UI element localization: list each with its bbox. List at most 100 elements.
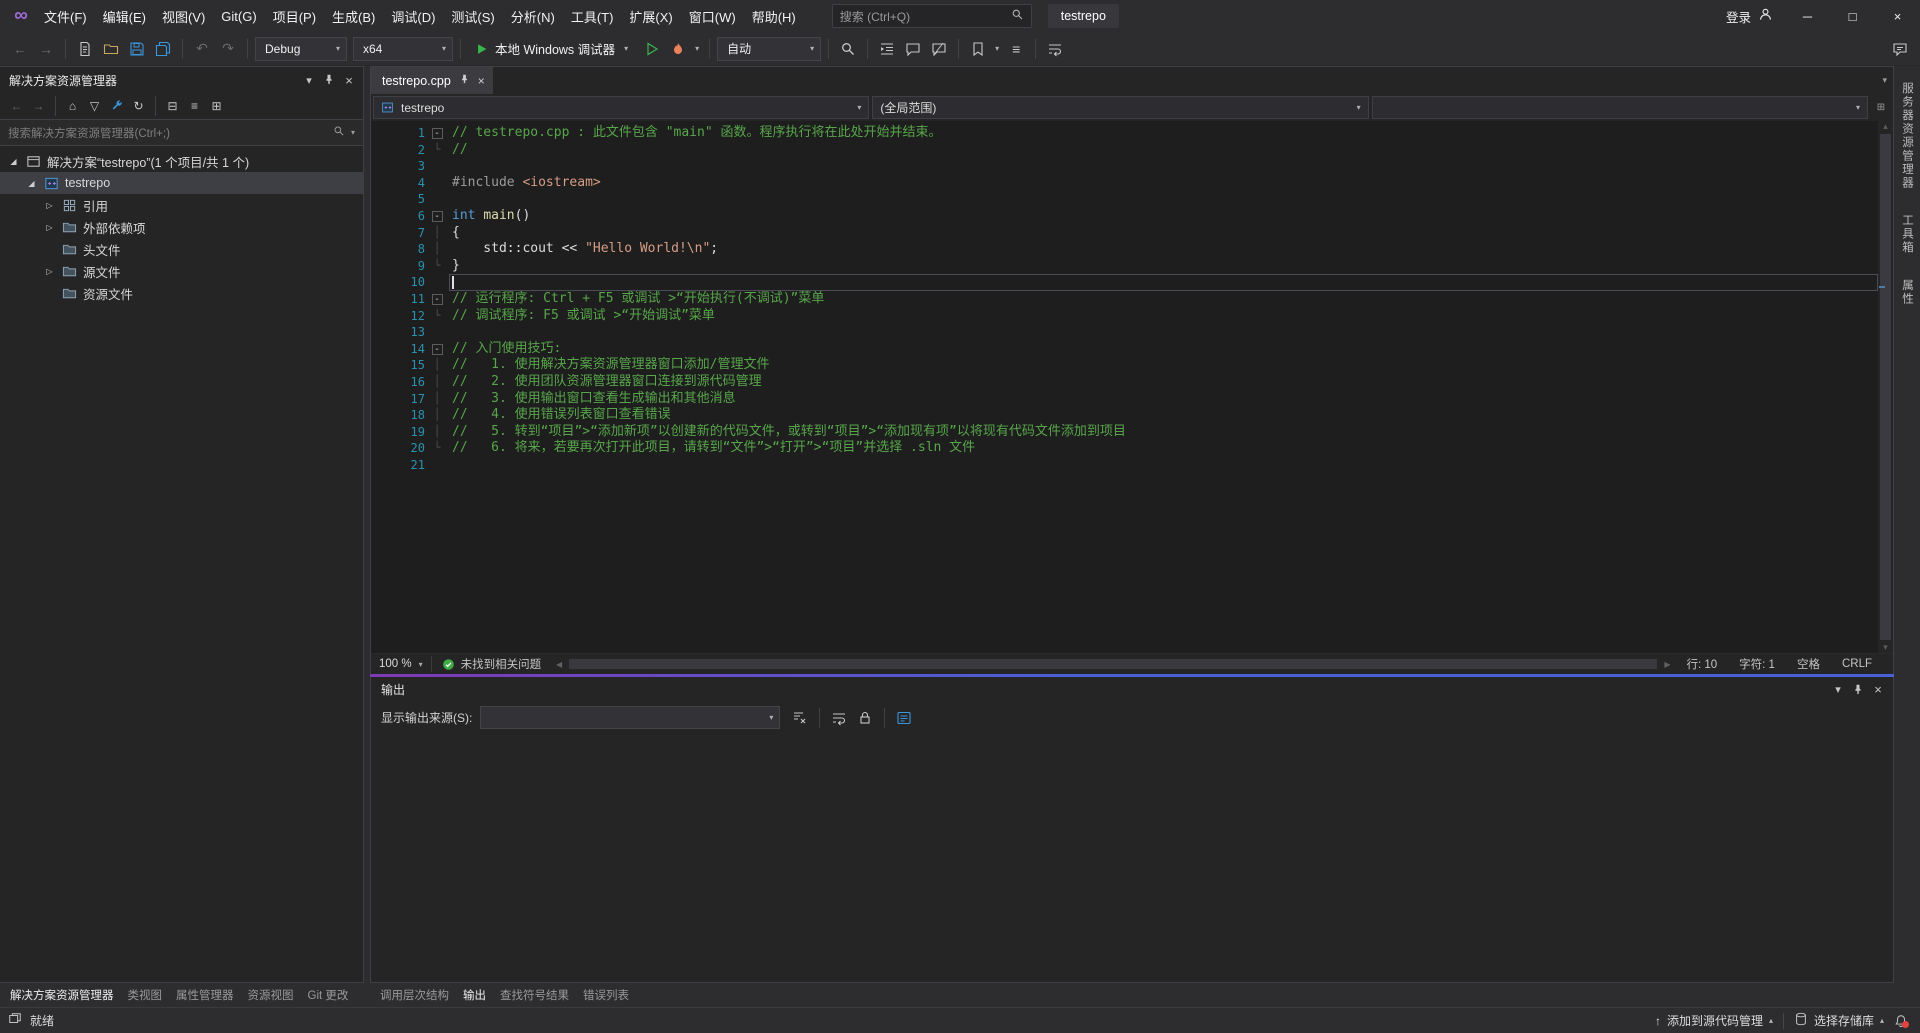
- output-content[interactable]: [371, 733, 1893, 982]
- panel-tab-查找符号结果[interactable]: 查找符号结果: [493, 982, 576, 1008]
- menu-item-生成(B)[interactable]: 生成(B): [324, 3, 383, 30]
- editor-horizontal-scrollbar[interactable]: ◀ ▶: [551, 654, 1675, 674]
- tree-item-solution-root[interactable]: ◢解决方案“testrepo”(1 个项目/共 1 个): [0, 150, 363, 172]
- new-project-icon[interactable]: [73, 37, 97, 61]
- eol-indicator[interactable]: CRLF: [1831, 658, 1883, 670]
- right-tab-属性[interactable]: 属性: [1899, 279, 1915, 306]
- properties-icon[interactable]: [106, 96, 127, 117]
- sign-in-button[interactable]: 登录: [1714, 7, 1785, 26]
- word-wrap-icon[interactable]: [827, 706, 851, 730]
- home-icon[interactable]: ⌂: [62, 96, 83, 117]
- panel-tab-资源视图[interactable]: 资源视图: [241, 982, 301, 1008]
- fold-collapse-icon[interactable]: -: [432, 294, 443, 305]
- messages-icon[interactable]: [892, 706, 916, 730]
- fold-collapse-icon[interactable]: -: [432, 344, 443, 355]
- collapsed-arrow-icon[interactable]: ▷: [44, 201, 55, 210]
- tree-item-外部依赖项[interactable]: ▷外部依赖项: [0, 216, 363, 238]
- find-in-files-icon[interactable]: [836, 37, 860, 61]
- send-feedback-icon[interactable]: [1888, 37, 1912, 61]
- pin-icon[interactable]: [319, 70, 339, 90]
- fold-collapse-icon[interactable]: -: [432, 211, 443, 222]
- notifications-button[interactable]: [1894, 1014, 1908, 1028]
- expanded-arrow-icon[interactable]: ◢: [8, 157, 19, 166]
- split-window-icon[interactable]: ⊞: [1871, 96, 1891, 119]
- fold-column[interactable]: -: [425, 291, 449, 308]
- clear-all-icon[interactable]: [788, 706, 812, 730]
- scrollbar-thumb[interactable]: [569, 659, 1657, 669]
- bookmark-icon[interactable]: [966, 37, 990, 61]
- scope-dropdown[interactable]: (全局范围) ▾: [872, 96, 1368, 119]
- chevron-down-icon[interactable]: ▾: [351, 128, 355, 137]
- scroll-lock-icon[interactable]: [853, 706, 877, 730]
- tree-item-头文件[interactable]: 头文件: [0, 238, 363, 260]
- menu-item-视图(V)[interactable]: 视图(V): [154, 3, 213, 30]
- close-icon[interactable]: ×: [339, 70, 359, 90]
- scroll-left-icon[interactable]: ◀: [551, 660, 567, 669]
- menu-item-Git(G)[interactable]: Git(G): [213, 5, 264, 28]
- menu-item-文件(F)[interactable]: 文件(F): [36, 3, 95, 30]
- expanded-arrow-icon[interactable]: ◢: [26, 179, 37, 188]
- window-position-icon[interactable]: ▾: [299, 70, 319, 90]
- word-wrap-toggle-icon[interactable]: [1043, 37, 1067, 61]
- spaces-indicator[interactable]: 空格: [1786, 656, 1831, 672]
- menu-item-编辑(E)[interactable]: 编辑(E): [95, 3, 154, 30]
- outline-icon[interactable]: ≡: [1004, 37, 1028, 61]
- minimize-button[interactable]: ─: [1785, 0, 1830, 32]
- menu-item-工具(T)[interactable]: 工具(T): [563, 3, 622, 30]
- menu-item-调试(D)[interactable]: 调试(D): [383, 3, 443, 30]
- tree-item-资源文件[interactable]: 资源文件: [0, 282, 363, 304]
- panel-tab-调用层次结构[interactable]: 调用层次结构: [373, 982, 456, 1008]
- chevron-down-icon[interactable]: ▾: [992, 44, 1002, 53]
- fold-column[interactable]: -: [425, 341, 449, 358]
- scroll-up-icon[interactable]: ▲: [1882, 122, 1890, 131]
- hot-reload-icon[interactable]: [666, 37, 690, 61]
- tree-item-源文件[interactable]: ▷源文件: [0, 260, 363, 282]
- save-icon[interactable]: [125, 37, 149, 61]
- editor-vertical-scrollbar[interactable]: ▲ ▼: [1878, 121, 1893, 653]
- solution-name-chip[interactable]: testrepo: [1048, 4, 1119, 28]
- auto-dropdown[interactable]: 自动 ▾: [717, 37, 821, 61]
- background-tasks-icon[interactable]: [8, 1012, 22, 1029]
- configuration-dropdown[interactable]: Debug ▾: [255, 37, 347, 61]
- project-dropdown[interactable]: testrepo ▾: [373, 96, 869, 119]
- filter-icon[interactable]: ▽: [84, 96, 105, 117]
- pin-icon[interactable]: [1848, 680, 1868, 700]
- menu-item-窗口(W)[interactable]: 窗口(W): [681, 3, 744, 30]
- scrollbar-thumb[interactable]: [1880, 134, 1891, 640]
- fold-column[interactable]: -: [425, 208, 449, 225]
- open-file-icon[interactable]: [99, 37, 123, 61]
- panel-tab-类视图[interactable]: 类视图: [121, 982, 170, 1008]
- collapsed-arrow-icon[interactable]: ▷: [44, 267, 55, 276]
- fold-collapse-icon[interactable]: -: [432, 128, 443, 139]
- document-health-indicator[interactable]: 未找到相关问题: [431, 656, 552, 672]
- code-editor[interactable]: 1-// testrepo.cpp : 此文件包含 "main" 函数。程序执行…: [371, 121, 1893, 653]
- pin-icon[interactable]: [459, 74, 470, 88]
- tree-item-project-testrepo[interactable]: ◢testrepo: [0, 172, 363, 194]
- tree-item-引用[interactable]: ▷引用: [0, 194, 363, 216]
- panel-tab-Git 更改[interactable]: Git 更改: [301, 982, 356, 1008]
- panel-tab-输出[interactable]: 输出: [456, 982, 493, 1008]
- output-source-dropdown[interactable]: ▾: [480, 706, 780, 729]
- menu-item-项目(P)[interactable]: 项目(P): [265, 3, 324, 30]
- collapsed-arrow-icon[interactable]: ▷: [44, 223, 55, 232]
- select-repository-button[interactable]: 选择存储库 ▴: [1794, 1012, 1884, 1029]
- save-all-icon[interactable]: [151, 37, 175, 61]
- platform-dropdown[interactable]: x64 ▾: [353, 37, 453, 61]
- window-position-icon[interactable]: ▾: [1828, 680, 1848, 700]
- scroll-down-icon[interactable]: ▼: [1882, 643, 1890, 652]
- add-to-source-control-button[interactable]: ↑ 添加到源代码管理 ▴: [1655, 1012, 1773, 1029]
- panel-tab-属性管理器[interactable]: 属性管理器: [169, 982, 241, 1008]
- panel-tab-解决方案资源管理器[interactable]: 解决方案资源管理器: [3, 982, 121, 1008]
- menu-item-测试(S)[interactable]: 测试(S): [443, 3, 502, 30]
- close-icon[interactable]: ×: [1868, 680, 1888, 700]
- solution-search-box[interactable]: 搜索解决方案资源管理器(Ctrl+;) ▾: [0, 120, 363, 146]
- right-tab-工具箱[interactable]: 工具箱: [1899, 214, 1915, 255]
- refresh-icon[interactable]: ↻: [128, 96, 149, 117]
- start-without-debugging-icon[interactable]: [640, 37, 664, 61]
- tab-testrepo-cpp[interactable]: testrepo.cpp ×: [371, 67, 493, 94]
- right-tab-服务器资源管理器[interactable]: 服务器资源管理器: [1899, 82, 1915, 190]
- show-all-files-icon[interactable]: ≡: [184, 96, 205, 117]
- close-icon[interactable]: ×: [478, 74, 485, 88]
- indent-icon[interactable]: [875, 37, 899, 61]
- member-dropdown[interactable]: ▾: [1372, 96, 1868, 119]
